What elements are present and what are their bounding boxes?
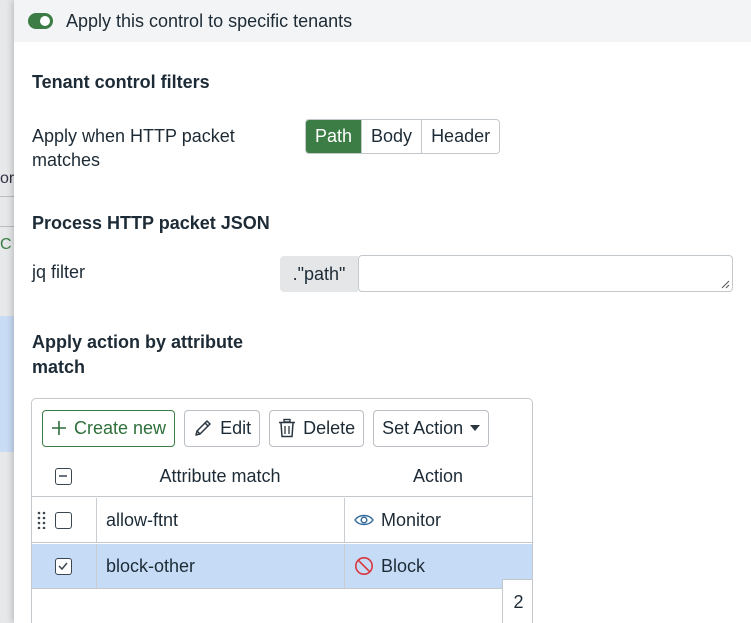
- table-row[interactable]: allow-ftnt Monitor: [32, 498, 532, 543]
- apply-tenants-label: Apply this control to specific tenants: [66, 10, 353, 31]
- plus-icon: [52, 421, 66, 435]
- jq-filter-input[interactable]: [358, 255, 733, 292]
- segment-body[interactable]: Body: [361, 120, 422, 153]
- action-label: Block: [381, 555, 426, 576]
- column-divider: [344, 544, 345, 588]
- select-all-cell: [55, 457, 72, 496]
- http-match-label: Apply when HTTP packet matches: [32, 126, 235, 170]
- caret-down-icon: [470, 425, 481, 431]
- apply-action-title: Apply action by attribute match: [32, 332, 244, 377]
- attribute-cell: allow-ftnt: [106, 509, 179, 530]
- table-header: Attribute match Action: [32, 457, 532, 497]
- create-new-button[interactable]: Create new: [42, 409, 176, 447]
- jq-prefix: ."path": [280, 256, 358, 292]
- row-checkbox-checked[interactable]: [55, 557, 72, 575]
- column-header-action[interactable]: Action: [344, 457, 532, 496]
- tenant-control-panel: Apply this control to specific tenants T…: [14, 0, 751, 623]
- table-toolbar: Create new Edit Delete Set Action: [32, 399, 532, 457]
- page-number[interactable]: 2: [502, 579, 532, 623]
- action-cell: Monitor: [354, 498, 441, 542]
- attribute-action-table: Create new Edit Delete Set Action Attrib…: [31, 398, 533, 623]
- block-icon: [355, 557, 373, 575]
- action-label: Monitor: [381, 509, 442, 530]
- table-row-selected[interactable]: block-other Block: [32, 544, 532, 589]
- attribute-cell: block-other: [106, 555, 196, 576]
- row-checkbox[interactable]: [55, 511, 72, 529]
- column-divider: [96, 498, 97, 542]
- segment-path[interactable]: Path: [306, 120, 362, 153]
- segment-header[interactable]: Header: [421, 120, 500, 153]
- edit-button[interactable]: Edit: [184, 409, 261, 447]
- apply-tenants-bar: Apply this control to specific tenants: [14, 0, 751, 42]
- tenant-filters-title: Tenant control filters: [32, 72, 210, 92]
- column-divider: [344, 498, 345, 542]
- delete-button[interactable]: Delete: [269, 409, 365, 447]
- row-select-cell: [55, 544, 72, 588]
- column-divider: [96, 544, 97, 588]
- set-action-label: Set Action: [382, 417, 464, 438]
- jq-filter-label: jq filter: [32, 262, 86, 282]
- column-header-attribute[interactable]: Attribute match: [96, 457, 344, 496]
- create-new-label: Create new: [74, 417, 167, 438]
- action-cell: Block: [354, 544, 425, 588]
- row-select-cell: [55, 498, 72, 542]
- process-json-title: Process HTTP packet JSON: [32, 213, 270, 233]
- select-all-checkbox[interactable]: [55, 468, 72, 485]
- indeterminate-icon: [59, 475, 67, 477]
- background-text-fragment: or: [0, 170, 15, 187]
- edit-label: Edit: [220, 417, 252, 438]
- delete-label: Delete: [303, 417, 356, 438]
- checkmark-icon: [58, 562, 68, 570]
- drag-handle-icon[interactable]: [37, 511, 47, 529]
- apply-tenants-toggle[interactable]: [28, 13, 53, 29]
- background-text-fragment: C: [0, 236, 12, 253]
- toggle-knob: [40, 16, 50, 26]
- trash-icon: [279, 418, 296, 438]
- set-action-dropdown[interactable]: Set Action: [373, 409, 490, 447]
- eye-icon: [354, 514, 374, 526]
- resize-grip-icon[interactable]: [720, 279, 730, 289]
- pencil-icon: [195, 420, 211, 436]
- http-match-segmented-control: Path Body Header: [305, 119, 501, 154]
